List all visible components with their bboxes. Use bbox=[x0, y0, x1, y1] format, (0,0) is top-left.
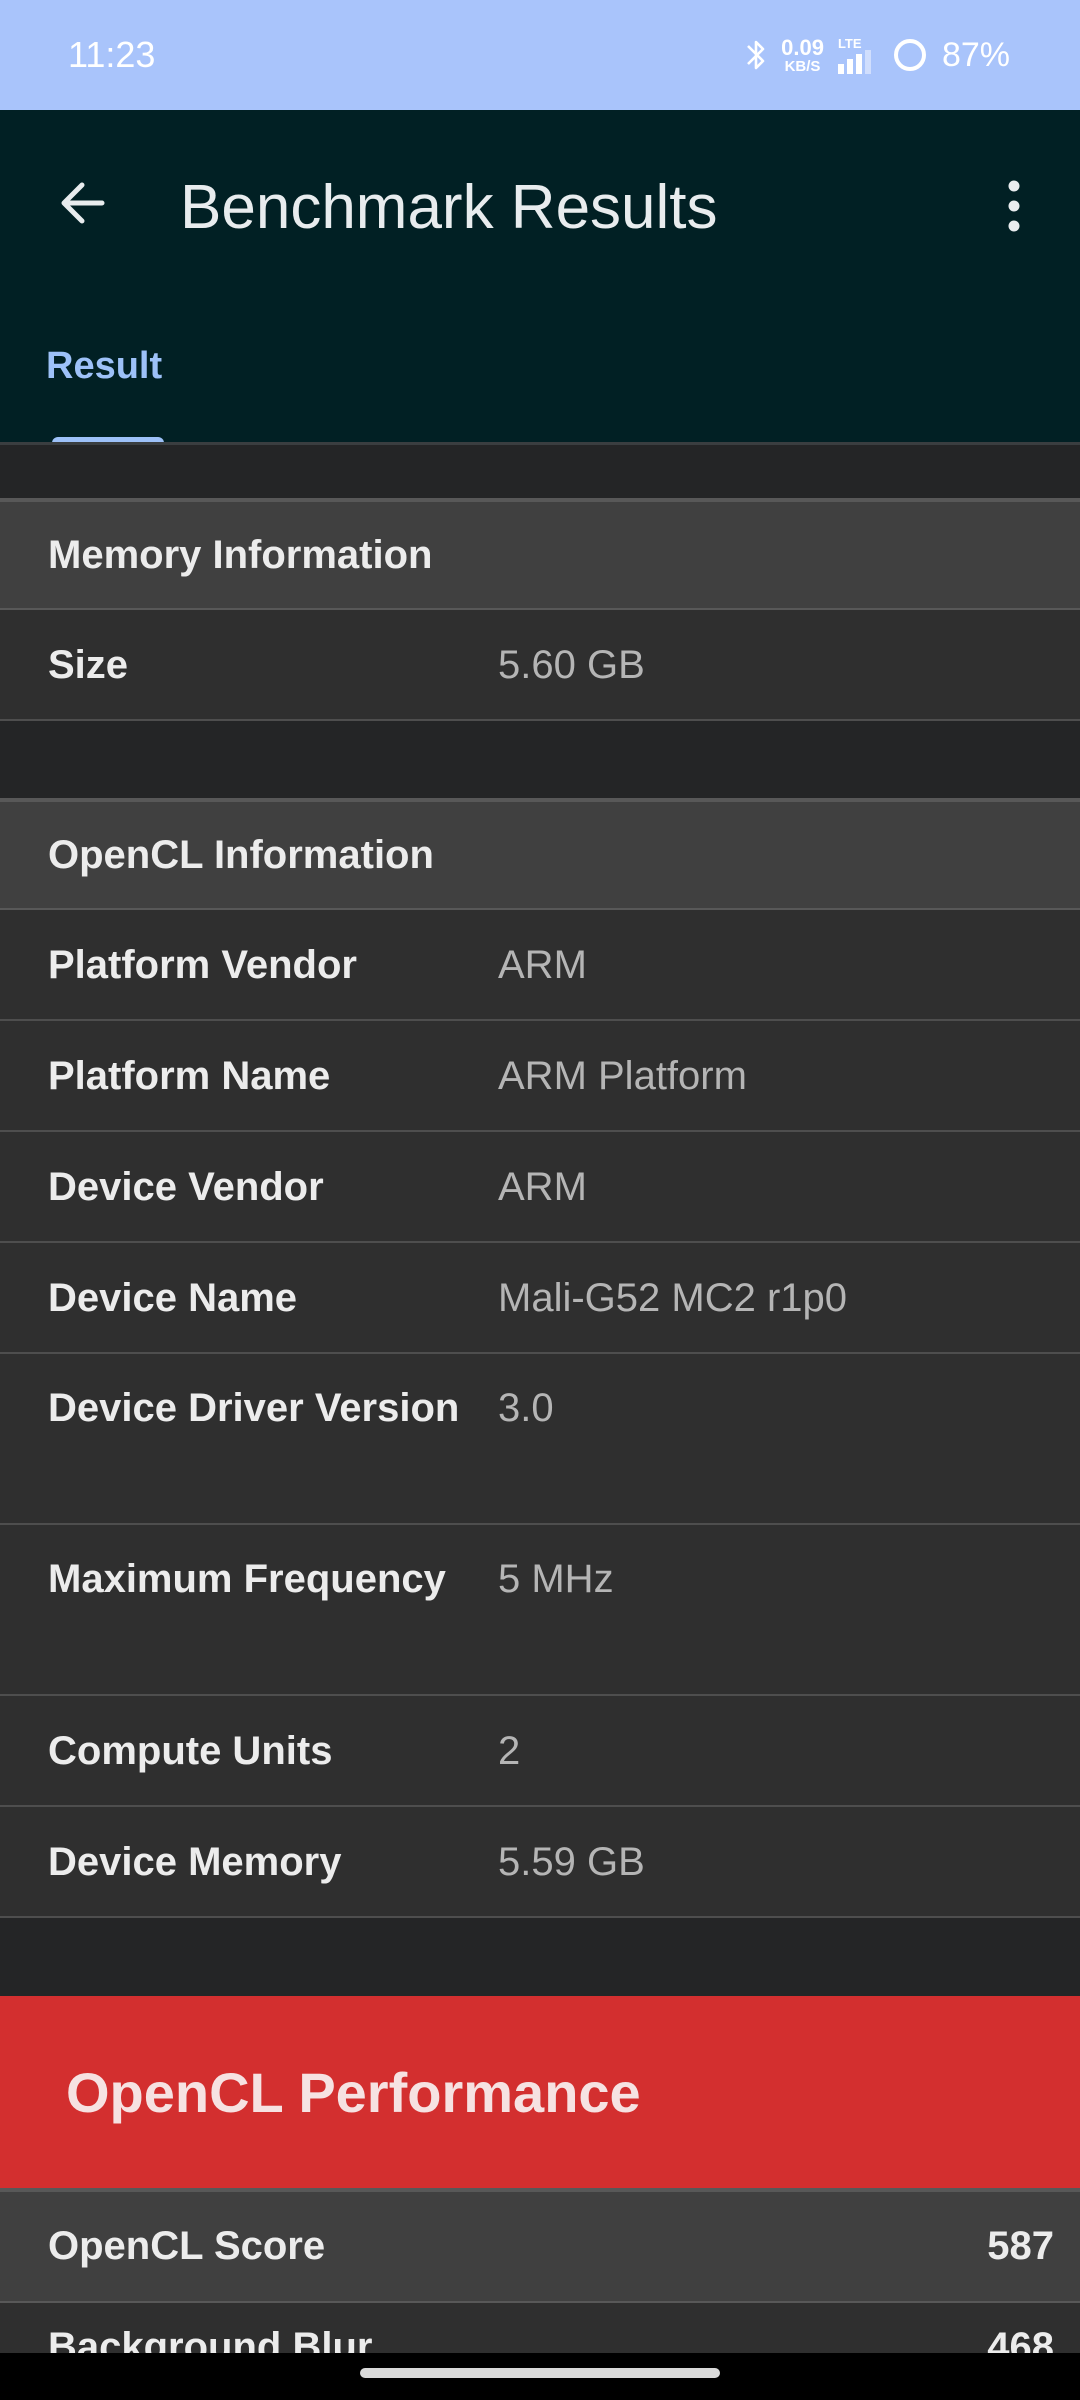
row-value: Mali-G52 MC2 r1p0 bbox=[498, 1275, 848, 1320]
row-value: 2 bbox=[498, 1728, 521, 1773]
score-value: 587 bbox=[987, 2224, 1054, 2268]
row-value: 5 MHz bbox=[498, 1557, 614, 1601]
gesture-handle[interactable] bbox=[360, 2368, 720, 2378]
info-row: Compute Units 2 bbox=[0, 1696, 1080, 1807]
battery-ring-icon bbox=[893, 39, 926, 71]
row-value: 468 bbox=[987, 2325, 1054, 2353]
row-value: 3.0 bbox=[498, 1386, 554, 1430]
row-label: Device Vendor bbox=[48, 1164, 324, 1209]
opencl-performance-banner: OpenCL Performance bbox=[0, 1996, 1080, 2188]
bluetooth-icon bbox=[747, 40, 765, 70]
back-arrow-icon[interactable] bbox=[50, 168, 120, 238]
list-item: Background Blur 468 bbox=[0, 2303, 1080, 2353]
status-icons: 0.09 KB/S LTE 87% bbox=[745, 36, 1010, 75]
row-value: ARM bbox=[498, 1164, 587, 1209]
row-label: Compute Units bbox=[48, 1728, 333, 1773]
info-row: Device Name Mali-G52 MC2 r1p0 bbox=[0, 1243, 1080, 1354]
info-row: Size 5.60 GB bbox=[0, 610, 1080, 721]
opencl-score-row: OpenCL Score 587 bbox=[0, 2188, 1080, 2303]
network-speed-unit: KB/S bbox=[784, 57, 821, 75]
opencl-info-section: OpenCL Information Platform Vendor ARM P… bbox=[0, 798, 1080, 1918]
network-speed: 0.09 KB/S bbox=[781, 34, 824, 75]
row-label: Device Memory bbox=[48, 1839, 342, 1884]
network-speed-value: 0.09 bbox=[781, 34, 824, 60]
app-bar bbox=[0, 110, 1080, 444]
row-label: Size bbox=[48, 642, 129, 687]
signal-icon: LTE bbox=[837, 35, 878, 74]
info-row: Device Vendor ARM bbox=[0, 1132, 1080, 1243]
info-row: Platform Vendor ARM bbox=[0, 910, 1080, 1021]
opencl-info-section-header: OpenCL Information bbox=[0, 798, 1080, 910]
status-bar: 11:23 0.09 KB/S LTE 87% bbox=[0, 0, 1080, 110]
info-row: Platform Name ARM Platform bbox=[0, 1021, 1080, 1132]
row-value: ARM Platform bbox=[498, 1053, 747, 1098]
network-type: LTE bbox=[837, 35, 862, 51]
tab-result[interactable]: Result bbox=[46, 345, 162, 388]
row-label: Device Driver Version bbox=[48, 1386, 460, 1430]
info-row: Device Driver Version 3.0 bbox=[0, 1354, 1080, 1525]
row-value: ARM bbox=[498, 942, 587, 987]
score-label: OpenCL Score bbox=[48, 2224, 326, 2268]
row-value: 5.60 GB bbox=[498, 642, 645, 687]
memory-section-header: Memory Information bbox=[0, 498, 1080, 610]
row-label: Device Name bbox=[48, 1275, 298, 1320]
row-label: Maximum Frequency bbox=[48, 1557, 446, 1601]
info-row: Maximum Frequency 5 MHz bbox=[0, 1525, 1080, 1696]
row-label: Platform Name bbox=[48, 1053, 331, 1098]
app-bar-divider bbox=[0, 442, 1080, 445]
row-label: Platform Vendor bbox=[48, 942, 357, 987]
page-title: Benchmark Results bbox=[180, 173, 718, 242]
status-time: 11:23 bbox=[68, 34, 156, 75]
row-label: Background Blur bbox=[48, 2325, 373, 2353]
row-value: 5.59 GB bbox=[498, 1839, 645, 1884]
memory-section: Memory Information Size 5.60 GB bbox=[0, 498, 1080, 721]
battery-percentage: 87% bbox=[941, 35, 1010, 74]
info-row: Device Memory 5.59 GB bbox=[0, 1807, 1080, 1918]
more-vert-icon[interactable] bbox=[994, 176, 1034, 236]
